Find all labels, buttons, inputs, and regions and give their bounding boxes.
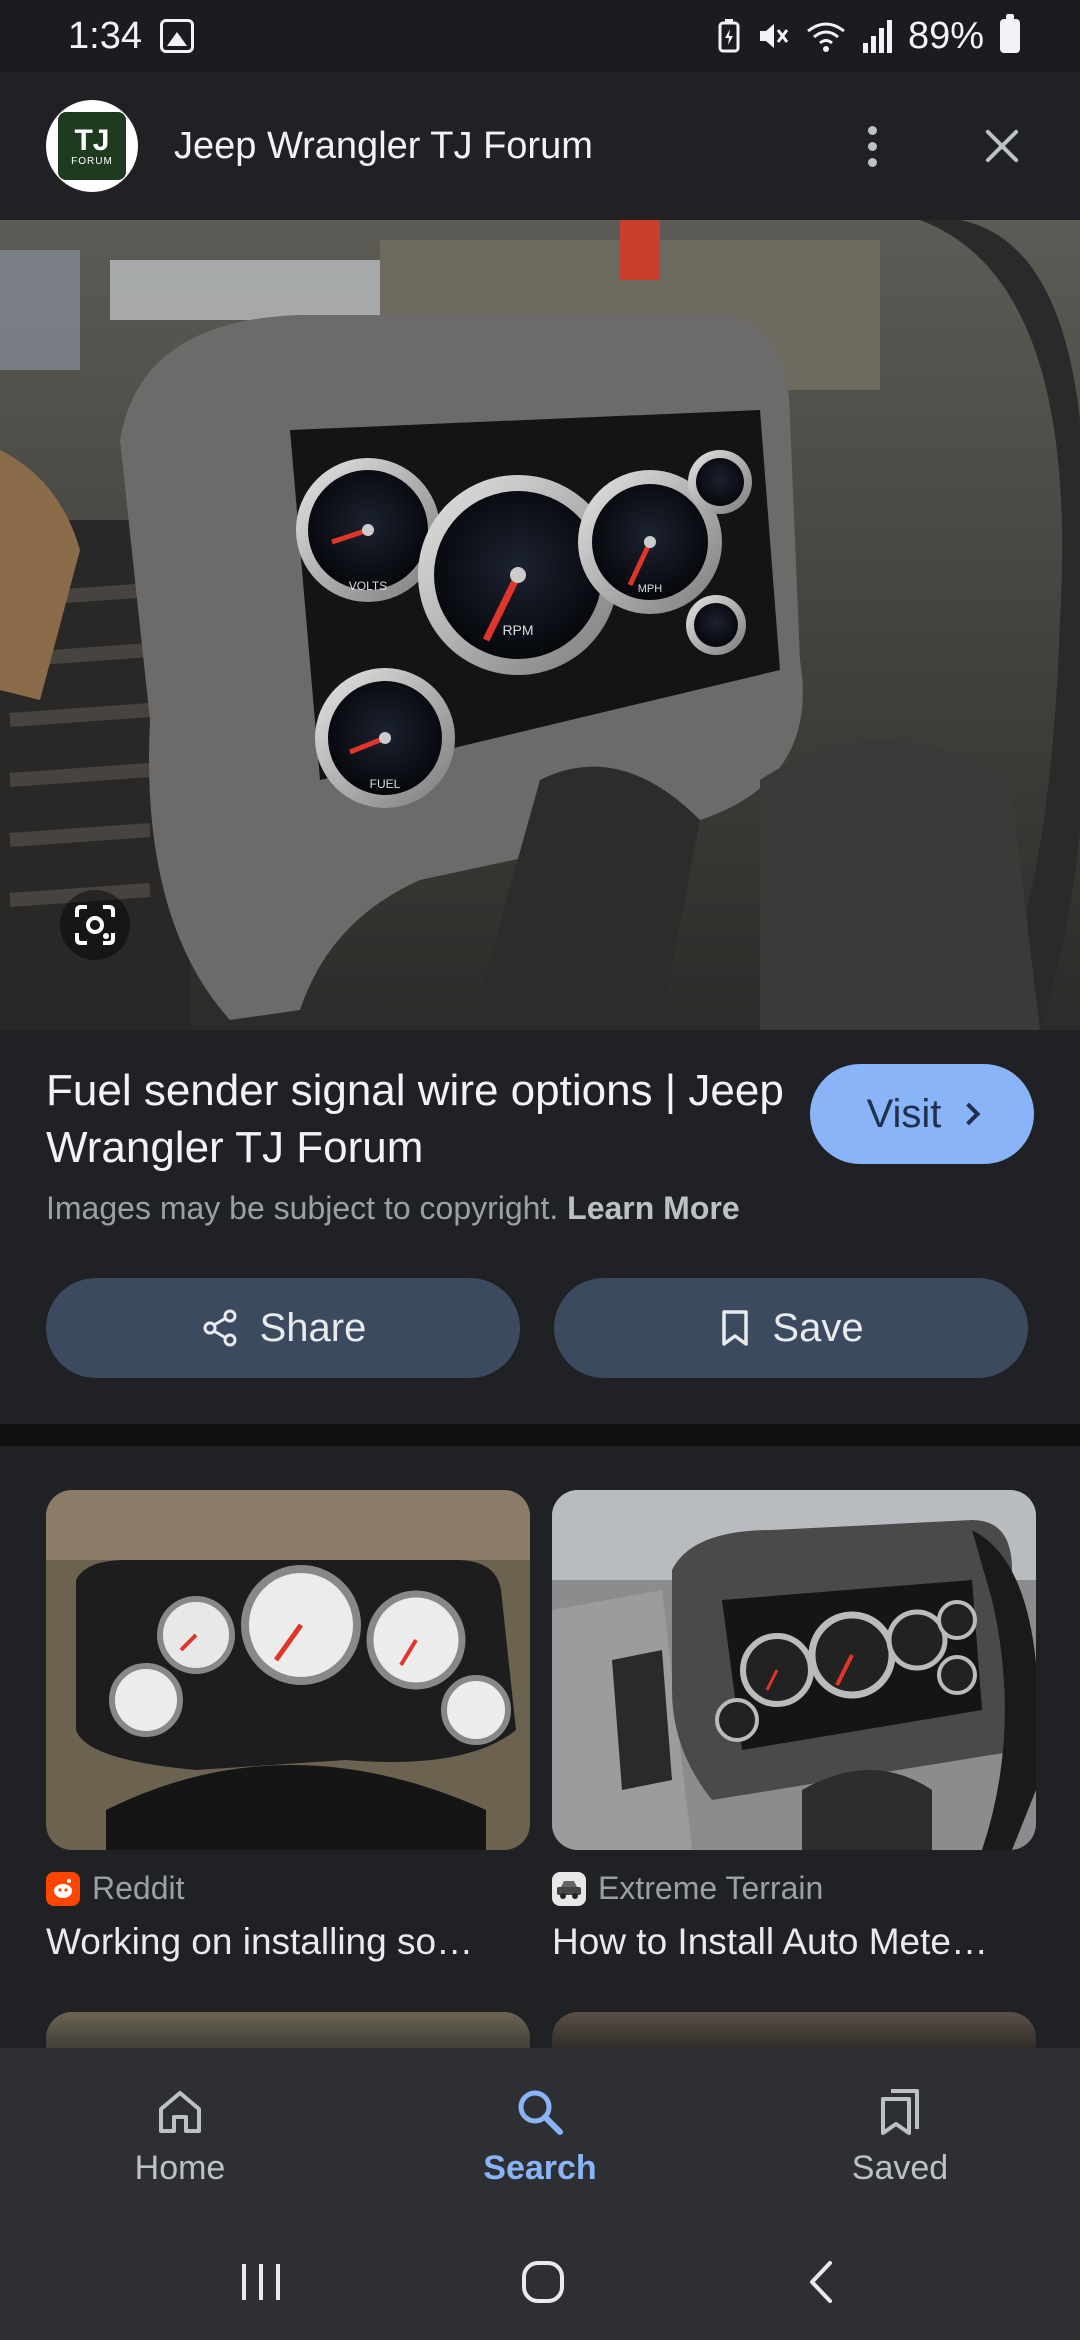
main-image[interactable]: VOLTS RPM MPH FUEL [0, 220, 1080, 1030]
extreme-terrain-icon [552, 1871, 586, 1906]
nav-search-label: Search [483, 2148, 597, 2187]
battery-saver-icon [718, 19, 740, 53]
lens-search-button[interactable] [60, 890, 130, 960]
copyright-notice: Images may be subject to copyright. Lear… [46, 1190, 740, 1227]
back-icon[interactable] [800, 2257, 844, 2307]
system-navigation [0, 2224, 1080, 2340]
signal-icon [862, 20, 892, 53]
related-source-1: Reddit [46, 1870, 530, 1907]
copyright-text: Images may be subject to copyright. [46, 1190, 559, 1226]
source-header: TJ FORUM Jeep Wrangler TJ Forum [0, 72, 1080, 220]
nav-saved-label: Saved [851, 2148, 949, 2187]
visit-label: Visit [866, 1091, 942, 1136]
logo-subtext: FORUM [71, 155, 113, 167]
bottom-navigation: Home Search Saved [0, 2048, 1080, 2224]
more-vert-icon[interactable] [842, 116, 902, 176]
visit-button[interactable]: Visit [810, 1064, 1034, 1164]
related-thumbnail-2[interactable] [552, 1490, 1036, 1850]
gauge-label-mph: MPH [638, 583, 663, 595]
gauge-label-volts: VOLTS [349, 579, 387, 593]
logo-text: TJ [74, 123, 110, 157]
reddit-icon [46, 1871, 80, 1906]
status-bar: 1:34 89% [0, 0, 1080, 72]
related-card-2[interactable]: Extreme Terrain How to Install Auto Mete… [552, 1490, 1036, 1963]
bookmark-icon [722, 1310, 749, 1346]
related-thumbnail-1[interactable] [46, 1490, 530, 1850]
gauge-label-fuel: FUEL [370, 777, 401, 791]
share-icon [203, 1309, 237, 1347]
related-card-1[interactable]: Reddit Working on installing so… [46, 1490, 530, 1963]
status-time: 1:34 [68, 14, 142, 57]
site-logo-badge: TJ FORUM [58, 112, 126, 180]
learn-more-link[interactable]: Learn More [567, 1190, 739, 1226]
mute-icon [759, 24, 789, 48]
lens-icon [75, 905, 115, 945]
related-card-3-peek[interactable] [46, 2012, 530, 2052]
save-label: Save [772, 1305, 864, 1350]
share-button[interactable]: Share [46, 1278, 520, 1378]
wifi-icon [807, 22, 845, 52]
dashboard-gauges-image: VOLTS RPM MPH FUEL [0, 220, 1080, 1030]
gallery-icon [159, 19, 194, 53]
share-label: Share [259, 1305, 367, 1350]
home-button-icon[interactable] [518, 2257, 568, 2307]
related-title-1[interactable]: Working on installing so… [46, 1921, 530, 1963]
result-title[interactable]: Fuel sender signal wire options | Jeep W… [46, 1062, 786, 1176]
nav-home-label: Home [134, 2148, 226, 2187]
related-image-1 [46, 1490, 530, 1850]
recent-apps-icon[interactable] [236, 2260, 286, 2304]
related-source-name-2: Extreme Terrain [598, 1870, 824, 1906]
nav-home[interactable]: Home [0, 2048, 360, 2224]
search-icon [518, 2090, 563, 2135]
battery-icon [1000, 14, 1020, 53]
related-source-name-1: Reddit [92, 1870, 185, 1906]
gauge-fuel: FUEL [315, 668, 455, 808]
close-icon[interactable] [972, 116, 1032, 176]
chevron-right-icon [958, 1102, 981, 1126]
related-image-2 [552, 1490, 1036, 1850]
related-source-2: Extreme Terrain [552, 1870, 1036, 1907]
site-logo[interactable]: TJ FORUM [46, 100, 138, 192]
related-title-2[interactable]: How to Install Auto Mete… [552, 1921, 1036, 1963]
save-button[interactable]: Save [554, 1278, 1028, 1378]
site-name[interactable]: Jeep Wrangler TJ Forum [174, 125, 593, 168]
section-divider [0, 1424, 1080, 1446]
related-card-4-peek[interactable] [552, 2012, 1036, 2052]
nav-saved[interactable]: Saved [720, 2048, 1080, 2224]
nav-search[interactable]: Search [360, 2048, 720, 2224]
battery-percent: 89% [907, 14, 984, 57]
status-icons: 89% [718, 14, 1020, 58]
home-icon [159, 2090, 201, 2133]
saved-icon [881, 2088, 919, 2135]
gauge-label-rpm: RPM [502, 622, 533, 638]
